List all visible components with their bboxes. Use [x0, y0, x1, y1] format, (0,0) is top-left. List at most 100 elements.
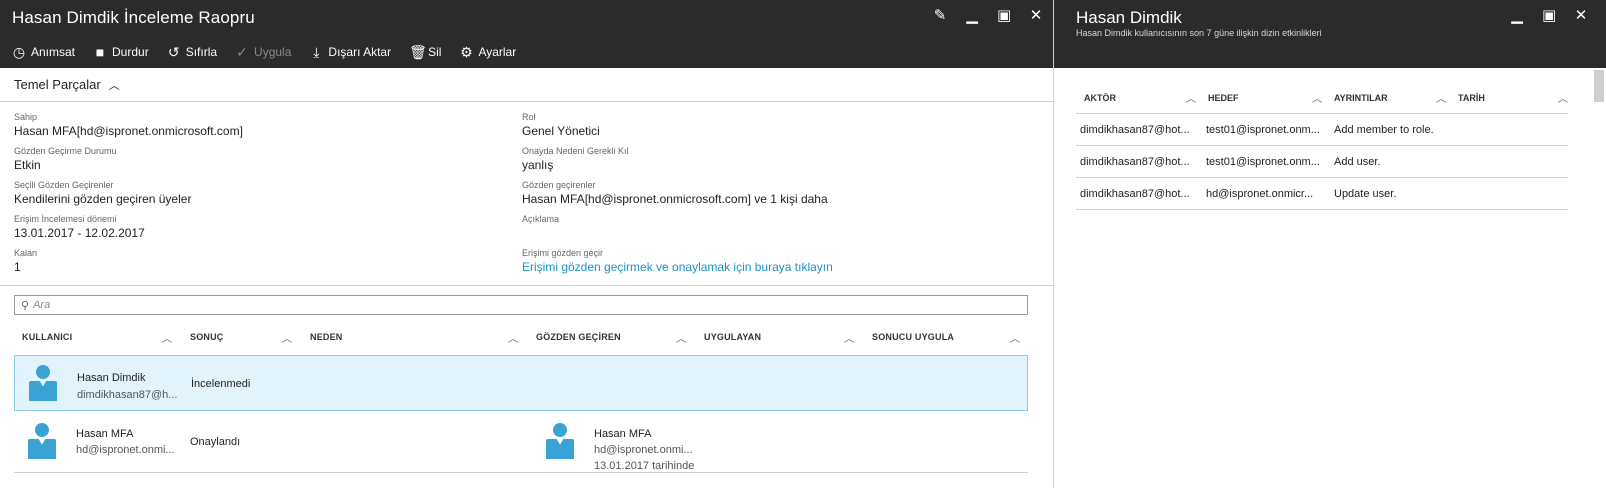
details-value: Update user. — [1334, 188, 1397, 200]
gear-icon: ⚙ — [460, 44, 473, 60]
blade-title: Hasan Dimdik İnceleme Raopru — [12, 8, 255, 27]
sort-apply-result-icon[interactable]: ︿ — [1010, 330, 1020, 345]
search-placeholder: Ara — [33, 299, 51, 311]
activity-table: AKTÖR ︿ HEDEF ︿ AYRINTILAR ︿ TARİH ︿ dim… — [1076, 84, 1568, 210]
column-applied-by[interactable]: UYGULAYAN — [704, 332, 761, 342]
reviewer-date: 13.01.2017 tarihinde — [594, 460, 695, 472]
table-row[interactable]: Hasan Dimdik dimdikhasan87@h... İncelenm… — [14, 355, 1028, 411]
export-label: Dışarı Aktar — [328, 45, 392, 59]
activity-row[interactable]: dimdikhasan87@hot... test01@ispronet.onm… — [1076, 114, 1568, 146]
essentials-title: Temel Parçalar — [14, 77, 101, 92]
essentials-left-column: Sahip Hasan MFA[hd@ispronet.onmicrosoft.… — [14, 112, 243, 282]
owner-value: Hasan MFA[hd@ispronet.onmicrosoft.com] — [14, 124, 243, 138]
column-user[interactable]: KULLANICI — [22, 332, 72, 342]
column-reviewer[interactable]: GÖZDEN GEÇİREN — [536, 332, 621, 342]
reviewers-label: Gözden geçirenler — [522, 180, 596, 190]
reviewer-avatar-icon — [546, 423, 574, 459]
reviewer-name: Hasan MFA — [594, 428, 652, 440]
activity-window-controls: ▁ ▣ ✕ — [1510, 6, 1588, 24]
delete-button[interactable]: 🗑 Sil — [409, 45, 441, 59]
sort-user-icon[interactable]: ︿ — [162, 330, 172, 345]
activity-row[interactable]: dimdikhasan87@hot... test01@ispronet.onm… — [1076, 146, 1568, 178]
sort-reason-icon[interactable]: ︿ — [508, 330, 518, 345]
sort-applied-by-icon[interactable]: ︿ — [844, 330, 854, 345]
review-status-label: Gözden Geçirme Durumu — [14, 146, 117, 156]
column-target[interactable]: HEDEF — [1208, 93, 1239, 103]
require-reason-field: Onayda Nedeni Gerekli Kıl yanlış — [522, 146, 833, 180]
maximize-icon[interactable]: ▣ — [1542, 6, 1556, 24]
column-date[interactable]: TARİH — [1458, 93, 1485, 103]
review-blade: Hasan Dimdik İnceleme Raopru ✎ ▁ ▣ ✕ ◷ A… — [0, 0, 1054, 488]
remind-label: Anımsat — [31, 45, 76, 59]
sort-actor-icon[interactable]: ︿ — [1186, 90, 1196, 105]
activity-row[interactable]: dimdikhasan87@hot... hd@ispronet.onmicr.… — [1076, 178, 1568, 210]
close-icon[interactable]: ✕ — [1029, 6, 1043, 26]
search-input[interactable]: ⚲ Ara — [14, 295, 1028, 315]
settings-button[interactable]: ⚙ Ayarlar — [459, 45, 516, 59]
column-details[interactable]: AYRINTILAR — [1334, 93, 1388, 103]
scrollbar[interactable] — [1594, 70, 1604, 102]
selected-reviewers-label: Seçili Gözden Geçirenler — [14, 180, 114, 190]
sort-date-icon[interactable]: ︿ — [1558, 90, 1568, 105]
download-icon: ⤓ — [313, 44, 320, 60]
sort-details-icon[interactable]: ︿ — [1436, 90, 1446, 105]
delete-label: Sil — [428, 45, 442, 59]
essentials-panel: Sahip Hasan MFA[hd@ispronet.onmicrosoft.… — [0, 102, 1053, 286]
chevron-up-icon: ︿ — [108, 79, 120, 92]
apply-label: Uygula — [254, 45, 292, 59]
minimize-icon[interactable]: ▁ — [965, 6, 979, 26]
review-period-field: Erişim İncelemesi dönemi 13.01.2017 - 12… — [14, 214, 243, 248]
role-field: Rol Genel Yönetici — [522, 112, 833, 146]
role-label: Rol — [522, 112, 536, 122]
review-access-label: Erişimi gözden geçir — [522, 248, 604, 258]
sort-target-icon[interactable]: ︿ — [1312, 90, 1322, 105]
role-value: Genel Yönetici — [522, 124, 600, 138]
export-button[interactable]: ⤓ Dışarı Aktar — [309, 45, 391, 59]
column-reason[interactable]: NEDEN — [310, 332, 343, 342]
row-divider — [14, 472, 1028, 473]
remind-button[interactable]: ◷ Anımsat — [12, 45, 75, 59]
owner-field: Sahip Hasan MFA[hd@ispronet.onmicrosoft.… — [14, 112, 243, 146]
column-actor[interactable]: AKTÖR — [1084, 93, 1116, 103]
reset-button[interactable]: ↺ Sıfırla — [167, 45, 217, 59]
review-access-link[interactable]: Erişimi gözden geçirmek ve onaylamak içi… — [522, 259, 833, 275]
table-row[interactable]: Hasan MFA hd@ispronet.onmi... Onaylandı … — [14, 414, 1028, 472]
details-value: Add member to role. — [1334, 124, 1434, 136]
review-access-field: Erişimi gözden geçir Erişimi gözden geçi… — [522, 248, 833, 282]
maximize-icon[interactable]: ▣ — [997, 6, 1011, 26]
description-field: Açıklama — [522, 214, 833, 248]
sort-reviewer-icon[interactable]: ︿ — [676, 330, 686, 345]
reviewer-email: hd@ispronet.onmi... — [594, 444, 693, 456]
minimize-icon[interactable]: ▁ — [1510, 6, 1524, 24]
review-period-value: 13.01.2017 - 12.02.2017 — [14, 226, 145, 240]
search-icon: ⚲ — [21, 299, 30, 312]
user-name: Hasan Dimdik — [77, 372, 146, 384]
blade-titlebar: Hasan Dimdik İnceleme Raopru ✎ ▁ ▣ ✕ — [0, 0, 1053, 36]
review-status-value: Etkin — [14, 158, 41, 172]
description-label: Açıklama — [522, 214, 560, 224]
activity-subtitle: Hasan Dimdik kullanıcısının son 7 güne i… — [1076, 28, 1322, 38]
result-value: İncelenmedi — [191, 378, 251, 390]
target-value: hd@ispronet.onmicr... — [1206, 188, 1314, 200]
apply-button[interactable]: ✓ Uygula — [235, 45, 291, 59]
owner-label: Sahip — [14, 112, 38, 122]
check-icon: ✓ — [236, 44, 248, 60]
require-reason-value: yanlış — [522, 158, 554, 172]
pin-icon[interactable]: ✎ — [933, 6, 947, 26]
sort-result-icon[interactable]: ︿ — [282, 330, 292, 345]
user-email: dimdikhasan87@h... — [77, 389, 178, 401]
user-avatar-icon — [28, 423, 56, 459]
actor-value: dimdikhasan87@hot... — [1080, 156, 1190, 168]
actor-value: dimdikhasan87@hot... — [1080, 188, 1190, 200]
require-reason-label: Onayda Nedeni Gerekli Kıl — [522, 146, 629, 156]
column-apply-result[interactable]: SONUCU UYGULA — [872, 332, 954, 342]
reset-icon: ↺ — [167, 44, 180, 60]
stop-button[interactable]: ■ Durdur — [93, 45, 149, 59]
close-icon[interactable]: ✕ — [1574, 6, 1588, 24]
review-status-field: Gözden Geçirme Durumu Etkin — [14, 146, 243, 180]
result-value: Onaylandı — [190, 436, 241, 448]
details-value: Add user. — [1334, 156, 1381, 168]
column-result[interactable]: SONUÇ — [190, 332, 224, 342]
actor-value: dimdikhasan87@hot... — [1080, 124, 1190, 136]
essentials-toggle[interactable]: Temel Parçalar ︿ — [0, 68, 1053, 102]
